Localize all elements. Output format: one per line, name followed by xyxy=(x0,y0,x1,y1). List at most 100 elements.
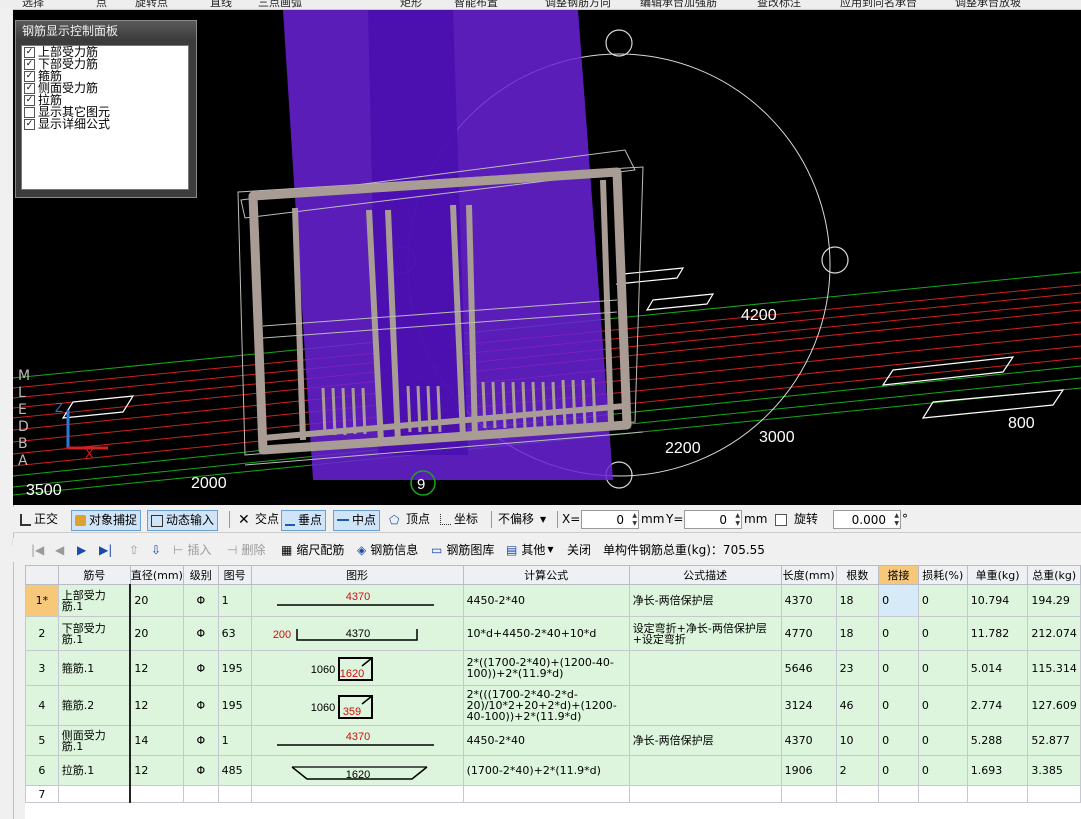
row-number[interactable]: 5 xyxy=(25,725,59,756)
cell-lap[interactable]: 0 xyxy=(878,755,919,786)
cell-formula[interactable]: (1700-2*40)+2*(11.9*d) xyxy=(462,755,630,786)
cell-count[interactable]: 18 xyxy=(835,584,880,617)
shape-cell[interactable]: 4370 xyxy=(250,725,464,756)
cell-dia[interactable]: 14 xyxy=(129,725,184,756)
cell-name[interactable]: 侧面受力筋.1 xyxy=(57,725,132,756)
checkbox-icon[interactable] xyxy=(24,106,35,118)
empty-cell[interactable] xyxy=(250,785,464,803)
shape-cell[interactable]: 1060 1620 xyxy=(250,650,464,686)
spinner-icon[interactable]: ▲ ▼ xyxy=(632,512,637,528)
table-row[interactable]: 5 侧面受力筋.1 14 Φ 1 4370 4450-2*40 净长-两倍保护层 4370 10 0… xyxy=(25,725,1081,756)
cell-fig[interactable]: 63 xyxy=(217,616,252,651)
cell-desc[interactable] xyxy=(628,650,782,686)
checkbox-icon[interactable]: ✓ xyxy=(24,118,35,130)
toolbar-item[interactable]: 智能布置 xyxy=(454,0,498,9)
shape-cell[interactable]: 4370 xyxy=(250,584,464,617)
row-number[interactable]: 7 xyxy=(25,785,59,803)
cell-total-wt[interactable]: 127.609 xyxy=(1027,685,1081,726)
panel-option[interactable]: ✓ 显示详细公式 xyxy=(22,118,188,130)
cell-count[interactable]: 23 xyxy=(835,650,880,686)
first-record-icon[interactable]: |◀ xyxy=(31,540,44,560)
table-row-empty[interactable]: 7 xyxy=(25,785,1081,803)
delete-button[interactable]: ⊣ 删除 xyxy=(227,540,265,560)
checkbox-icon[interactable]: ✓ xyxy=(24,82,35,94)
cell-count[interactable]: 10 xyxy=(835,725,880,756)
cell-total-wt[interactable]: 52.877 xyxy=(1027,725,1081,756)
ortho-button[interactable]: 正交 xyxy=(17,510,61,529)
y-input[interactable]: 0 ▲ ▼ xyxy=(684,510,742,529)
midpoint-snap[interactable]: 中点 xyxy=(333,510,381,531)
cell-name[interactable]: 下部受力筋.1 xyxy=(57,616,132,651)
table-row[interactable]: 1* 上部受力筋.1 20 Φ 1 4370 4450-2*40 净长-两倍保护层 4370 18… xyxy=(25,584,1081,617)
column-header[interactable]: 图形 xyxy=(250,565,464,585)
toolbar-item[interactable]: 应用到同名承台 xyxy=(840,0,917,9)
next-record-icon[interactable]: ▶ xyxy=(77,540,86,560)
cell-unit-wt[interactable]: 5.288 xyxy=(966,725,1029,756)
intersection-snap[interactable]: ✕ 交点 xyxy=(235,510,282,529)
column-header[interactable]: 单重(kg) xyxy=(966,565,1029,585)
toolbar-item[interactable]: 直线 xyxy=(210,0,232,9)
cell-lap[interactable]: 0 xyxy=(878,685,919,726)
column-header[interactable]: 损耗(%) xyxy=(917,565,968,585)
cell-length[interactable]: 3124 xyxy=(780,685,837,726)
scale-rebar-button[interactable]: ▦ 缩尺配筋 xyxy=(281,540,344,560)
vertex-snap[interactable]: ⬠ 顶点 xyxy=(386,510,433,529)
column-header[interactable]: 计算公式 xyxy=(462,565,630,585)
column-header[interactable]: 公式描述 xyxy=(628,565,782,585)
empty-cell[interactable] xyxy=(57,785,132,803)
cell-total-wt[interactable]: 3.385 xyxy=(1027,755,1081,786)
toolbar-item[interactable]: 编辑承台加强筋 xyxy=(640,0,717,9)
cell-lap[interactable]: 0 xyxy=(878,650,919,686)
cell-length[interactable]: 5646 xyxy=(780,650,837,686)
coordinate-snap[interactable]: 坐标 xyxy=(437,510,481,529)
shape-cell[interactable]: 200 4370 xyxy=(250,616,464,651)
cell-dia[interactable]: 20 xyxy=(129,616,184,651)
3d-viewport[interactable]: 4200 3000 2200 800 2000 3500 9 Z X 钢筋显示控制面板 ✓ 上部受… xyxy=(13,10,1081,505)
cell-unit-wt[interactable]: 5.014 xyxy=(966,650,1029,686)
perpendicular-snap[interactable]: 垂点 xyxy=(281,510,327,531)
shape-cell[interactable]: 1620 xyxy=(250,755,464,786)
cell-desc[interactable]: 净长-两倍保护层 xyxy=(628,584,782,617)
cell-formula[interactable]: 10*d+4450-2*40+10*d xyxy=(462,616,630,651)
empty-cell[interactable] xyxy=(628,785,782,803)
row-number[interactable]: 6 xyxy=(25,755,59,786)
toolbar-item[interactable]: 点 xyxy=(96,0,107,9)
cell-fig[interactable]: 485 xyxy=(217,755,252,786)
cell-fig[interactable]: 195 xyxy=(217,685,252,726)
cell-loss[interactable]: 0 xyxy=(917,755,968,786)
checkbox-icon[interactable]: ✓ xyxy=(24,70,35,82)
empty-cell[interactable] xyxy=(462,785,630,803)
spinner-icon[interactable]: ▲ ▼ xyxy=(735,512,740,528)
x-input[interactable]: 0 ▲ ▼ xyxy=(581,510,639,529)
cell-grade[interactable]: Φ xyxy=(182,650,219,686)
empty-cell[interactable] xyxy=(966,785,1029,803)
close-button[interactable]: 关闭 xyxy=(567,540,591,560)
cell-grade[interactable]: Φ xyxy=(182,725,219,756)
toolbar-item[interactable]: 三点画弧 xyxy=(258,0,302,9)
insert-button[interactable]: ⊢ 插入 xyxy=(173,540,211,560)
toolbar-item[interactable]: 旋转点 xyxy=(135,0,168,9)
cell-desc[interactable] xyxy=(628,685,782,726)
column-header[interactable]: 总重(kg) xyxy=(1027,565,1081,585)
cell-dia[interactable]: 12 xyxy=(129,755,184,786)
cell-total-wt[interactable]: 194.29 xyxy=(1027,584,1081,617)
cell-desc[interactable] xyxy=(628,755,782,786)
cell-unit-wt[interactable]: 1.693 xyxy=(966,755,1029,786)
cell-desc[interactable]: 设定弯折+净长-两倍保护层+设定弯折 xyxy=(628,616,782,651)
cell-fig[interactable]: 1 xyxy=(217,584,252,617)
row-number[interactable]: 1* xyxy=(25,584,59,617)
move-down-icon[interactable]: ⇩ xyxy=(151,540,161,560)
last-record-icon[interactable]: ▶| xyxy=(99,540,112,560)
cell-dia[interactable]: 20 xyxy=(129,584,184,617)
empty-cell[interactable] xyxy=(835,785,880,803)
column-header[interactable] xyxy=(25,565,59,585)
toolbar-item[interactable]: 调整承台放坡 xyxy=(955,0,1021,9)
empty-cell[interactable] xyxy=(129,785,184,803)
cell-name[interactable]: 箍筋.1 xyxy=(57,650,132,686)
empty-cell[interactable] xyxy=(1027,785,1081,803)
cell-length[interactable]: 4370 xyxy=(780,725,837,756)
cell-fig[interactable]: 195 xyxy=(217,650,252,686)
column-header[interactable]: 直径(mm) xyxy=(129,565,184,585)
cell-unit-wt[interactable]: 11.782 xyxy=(966,616,1029,651)
cell-dia[interactable]: 12 xyxy=(129,685,184,726)
